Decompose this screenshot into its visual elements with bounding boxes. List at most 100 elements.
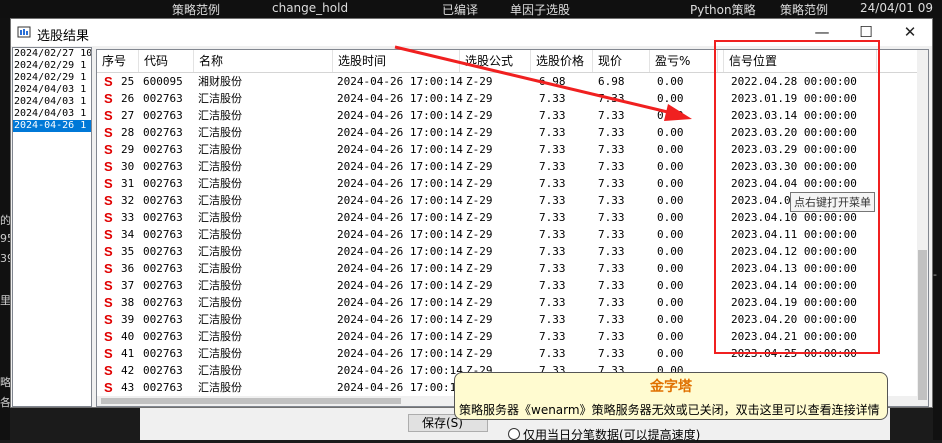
selection-time: 2024-04-26 17:00:14 [337, 92, 463, 105]
current-price: 7.33 [598, 296, 625, 309]
row-number: 30 [121, 160, 135, 173]
stock-name: 汇洁股份 [198, 364, 242, 377]
selection-price: 7.33 [539, 296, 566, 309]
close-button[interactable]: ✕ [888, 19, 932, 46]
selection-time: 2024-04-26 17:00:14 [337, 296, 463, 309]
stock-name: 汇洁股份 [198, 347, 242, 360]
pnl-percent: 0.00 [657, 177, 684, 190]
pnl-percent: 0.00 [657, 126, 684, 139]
selection-formula: Z-29 [466, 211, 493, 224]
bg-item: change_hold [272, 1, 349, 15]
stock-code: 002763 [143, 211, 183, 224]
stock-name: 汇洁股份 [198, 143, 242, 156]
selection-price: 7.33 [539, 313, 566, 326]
pnl-percent: 0.00 [657, 75, 684, 88]
sell-flag: S [104, 261, 113, 276]
col-header-formula[interactable]: 选股公式 [460, 50, 531, 72]
sell-flag: S [104, 108, 113, 123]
row-number: 39 [121, 313, 135, 326]
col-header-name[interactable]: 名称 [194, 50, 333, 72]
current-price: 7.33 [598, 279, 625, 292]
sell-flag: S [104, 346, 113, 361]
selection-formula: Z-29 [466, 228, 493, 241]
sell-flag: S [104, 380, 113, 395]
col-header-no[interactable]: 序号 [97, 50, 139, 72]
current-price: 7.33 [598, 92, 625, 105]
vertical-scroll-thumb[interactable] [918, 250, 927, 400]
current-price: 7.33 [598, 347, 625, 360]
current-price: 7.33 [598, 211, 625, 224]
notice-title: 金字塔 [650, 379, 692, 395]
date-list-item[interactable]: 2024/04/03 1 [13, 84, 91, 96]
pnl-percent: 0.00 [657, 194, 684, 207]
stock-code: 002763 [143, 92, 183, 105]
stock-code: 002763 [143, 364, 183, 377]
row-number: 34 [121, 228, 135, 241]
current-price: 7.33 [598, 330, 625, 343]
selection-formula: Z-29 [466, 109, 493, 122]
date-list-item[interactable]: 2024/02/29 1 [13, 60, 91, 72]
row-number: 31 [121, 177, 135, 190]
sell-flag: S [104, 91, 113, 106]
stock-code: 002763 [143, 313, 183, 326]
selection-price: 7.33 [539, 109, 566, 122]
date-list-item[interactable]: 2024-04-26 1 [13, 120, 91, 132]
selection-price: 7.33 [539, 92, 566, 105]
selection-time: 2024-04-26 17:00:14 [337, 75, 463, 88]
stock-name: 汇洁股份 [198, 245, 242, 258]
server-notice-balloon[interactable]: 金字塔 策略服务器《wenarm》策略服务器无效或已关闭，双击这里可以查看连接详… [454, 372, 888, 420]
current-price: 7.33 [598, 245, 625, 258]
stock-name: 汇洁股份 [198, 211, 242, 224]
row-number: 37 [121, 279, 135, 292]
sell-flag: S [104, 244, 113, 259]
row-number: 41 [121, 347, 135, 360]
row-number: 27 [121, 109, 135, 122]
stock-name: 汇洁股份 [198, 126, 242, 139]
date-list-item[interactable]: 2024/02/29 1 [13, 72, 91, 84]
selection-price: 7.33 [539, 194, 566, 207]
col-header-time[interactable]: 选股时间 [333, 50, 460, 72]
tick-data-only-radio[interactable]: 仅用当日分笔数据(可以提高速度) [508, 426, 700, 443]
sell-flag: S [104, 295, 113, 310]
radio-circle-icon[interactable] [508, 428, 520, 440]
bg-item: 24/04/01 09 [860, 1, 933, 15]
selection-price: 7.33 [539, 262, 566, 275]
sell-flag: S [104, 193, 113, 208]
row-number: 42 [121, 364, 135, 377]
selection-price: 7.33 [539, 279, 566, 292]
date-list-item[interactable]: 2024/04/03 1 [13, 96, 91, 108]
col-header-pnl[interactable]: 盈亏% [650, 50, 718, 72]
row-number: 32 [121, 194, 135, 207]
vertical-scrollbar[interactable] [917, 50, 928, 406]
stock-code: 002763 [143, 143, 183, 156]
selection-formula: Z-29 [466, 279, 493, 292]
row-number: 28 [121, 126, 135, 139]
stock-code: 002763 [143, 296, 183, 309]
horizontal-scroll-thumb[interactable] [101, 398, 401, 404]
col-header-code[interactable]: 代码 [139, 50, 194, 72]
selection-time: 2024-04-26 17:00:14 [337, 245, 463, 258]
pnl-percent: 0.00 [657, 228, 684, 241]
selection-time: 2024-04-26 17:00:14 [337, 211, 463, 224]
selection-formula: Z-29 [466, 75, 493, 88]
sell-flag: S [104, 312, 113, 327]
row-number: 29 [121, 143, 135, 156]
stock-name: 汇洁股份 [198, 92, 242, 105]
sell-flag: S [104, 142, 113, 157]
stock-code: 002763 [143, 109, 183, 122]
selection-price: 6.98 [539, 75, 566, 88]
selection-formula: Z-29 [466, 347, 493, 360]
col-header-price[interactable]: 选股价格 [531, 50, 593, 72]
col-header-current[interactable]: 现价 [593, 50, 650, 72]
bg-item: 策略范例 [780, 3, 829, 17]
date-list[interactable]: 2024/02/27 10 2024/02/29 1 2024/02/29 1 202… [12, 47, 92, 407]
date-list-item[interactable]: 2024/04/03 1 [13, 108, 91, 120]
background-left-panel: 的 95 39 里 略 各 [0, 18, 14, 440]
selection-time: 2024-04-26 17:00:14 [337, 364, 463, 377]
date-list-item[interactable]: 2024/02/27 10 [13, 48, 91, 60]
stock-code: 600095 [143, 75, 183, 88]
background-app-header: 策略范例 change_hold 已编译 单因子选股 Python策略 策略范例… [0, 0, 942, 18]
pnl-percent: 0.00 [657, 347, 684, 360]
current-price: 7.33 [598, 126, 625, 139]
selection-price: 7.33 [539, 245, 566, 258]
